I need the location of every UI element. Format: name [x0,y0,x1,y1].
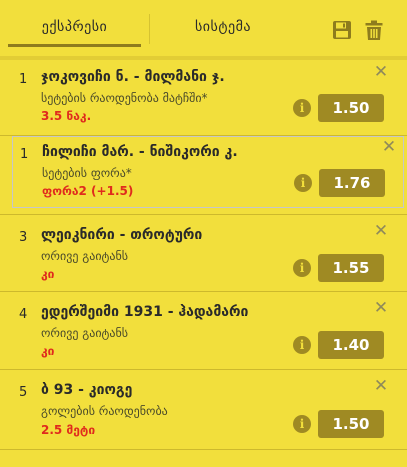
bet-match: ჩილიჩი მარ. - ნიშიკორი კ. [42,144,238,160]
tab-divider [149,14,150,44]
info-icon[interactable]: i [293,415,311,433]
info-icon[interactable]: i [293,99,311,117]
bet-divider [0,449,407,450]
odds-button[interactable]: 1.40 [318,331,384,359]
bet-match: ედერშეიმი 1931 - ჰადამარი [41,304,249,320]
close-icon[interactable]: ✕ [373,378,389,395]
bet-pick: 3.5 ნაკ. [41,109,92,123]
bet-pick: კი [41,344,55,358]
bet-number: 1 [19,72,28,87]
bet-slip-tabs: ექსპრესი სისტემა [0,0,407,61]
bet-item: 5 ბ 93 - კიოგე გოლების რაოდენობა 2.5 მეტ… [0,370,407,444]
bet-item: 4 ედერშეიმი 1931 - ჰადამარი ორივე გაიტან… [0,292,407,366]
info-icon[interactable]: i [294,174,312,192]
close-icon[interactable]: ✕ [373,64,389,81]
close-icon[interactable]: ✕ [373,300,389,317]
bet-item: 3 ლეიკნირი - თროტური ორივე გაიტანს კი ✕ … [0,215,407,289]
bet-item: 1 ჯოკოვიჩი ნ. - მილმანი ჯ. სეტების რაოდე… [0,61,407,135]
bet-pick: ფორა2 (+1.5) [42,184,134,198]
bet-market: გოლების რაოდენობა [41,404,168,418]
bet-market: ორივე გაიტანს [41,326,129,340]
bet-market: სეტების ფორა* [42,166,132,180]
bet-item-selected: 1 ჩილიჩი მარ. - ნიშიკორი კ. სეტების ფორა… [12,136,404,208]
bet-pick: 2.5 მეტი [41,423,96,437]
info-icon[interactable]: i [293,336,311,354]
bet-number: 1 [20,147,29,162]
bet-market: სეტების რაოდენობა მატჩში* [41,91,208,105]
bet-match: ჯოკოვიჩი ნ. - მილმანი ჯ. [41,69,225,85]
bet-pick: კი [41,267,55,281]
bet-match: ბ 93 - კიოგე [41,382,133,398]
odds-button[interactable]: 1.50 [318,94,384,122]
bet-market: ორივე გაიტანს [41,249,129,263]
odds-button[interactable]: 1.76 [319,169,385,197]
close-icon[interactable]: ✕ [373,223,389,240]
bet-number: 4 [19,307,28,322]
tab-express[interactable]: ექსპრესი [8,0,141,54]
bet-number: 5 [19,385,28,400]
bet-slip-panel: ექსპრესი სისტემა 1 ჯოკოვიჩი ნ. - მილმანი… [0,0,407,467]
close-icon[interactable]: ✕ [381,139,397,156]
tab-system[interactable]: სისტემა [153,0,293,54]
trash-can-icon[interactable] [362,18,386,42]
info-icon[interactable]: i [293,259,311,277]
odds-button[interactable]: 1.50 [318,410,384,438]
bet-number: 3 [19,230,28,245]
tabs-underline [0,56,407,60]
floppy-disk-icon[interactable] [330,18,354,42]
odds-button[interactable]: 1.55 [318,254,384,282]
bet-match: ლეიკნირი - თროტური [41,227,203,243]
